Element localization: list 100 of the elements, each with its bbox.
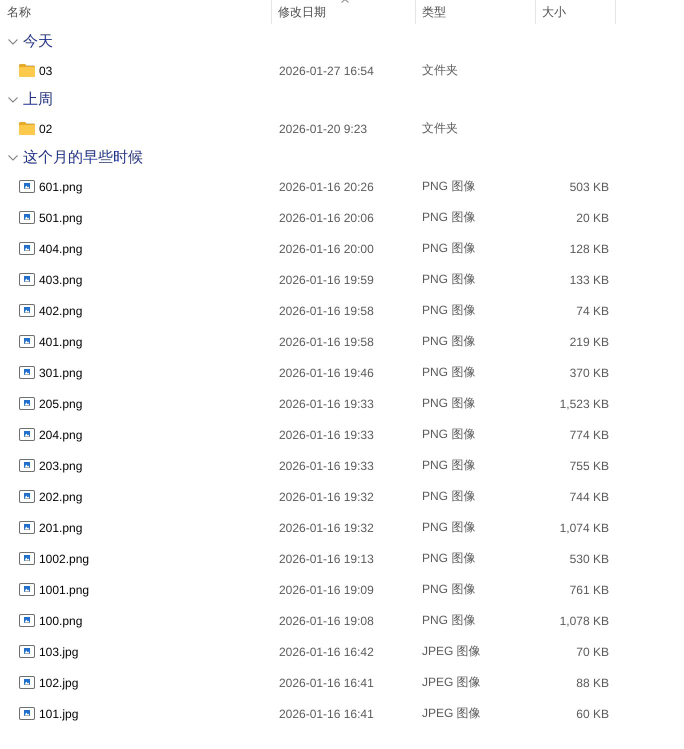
modified-date: 2026-01-16 19:13: [279, 552, 374, 566]
file-size: 503 KB: [570, 180, 609, 194]
group-header[interactable]: 上周: [0, 86, 53, 113]
file-type: JPEG 图像: [422, 644, 481, 658]
column-header[interactable]: 修改日期: [272, 0, 416, 24]
modified-date: 2026-01-16 19:09: [279, 582, 374, 596]
file-size: 60 KB: [576, 706, 609, 720]
file-size: 755 KB: [570, 458, 609, 472]
image-file-icon: [19, 273, 35, 286]
image-file-icon: [19, 583, 35, 596]
file-type: PNG 图像: [422, 272, 476, 286]
modified-date: 2026-01-16 19:58: [279, 334, 374, 348]
image-file-icon: [19, 614, 35, 627]
file-name[interactable]: 203.png: [39, 458, 82, 472]
image-file-icon: [19, 335, 35, 348]
column-header[interactable]: 大小: [536, 0, 616, 24]
file-name[interactable]: 404.png: [39, 242, 82, 256]
image-file-icon: [19, 459, 35, 472]
file-name[interactable]: 401.png: [39, 334, 82, 348]
file-size: 774 KB: [570, 428, 609, 442]
file-name[interactable]: 202.png: [39, 490, 82, 504]
file-size: 20 KB: [576, 210, 609, 224]
file-type: PNG 图像: [422, 210, 476, 224]
file-type: 文件夹: [422, 121, 458, 135]
file-name[interactable]: 402.png: [39, 304, 82, 318]
file-type: PNG 图像: [422, 179, 476, 193]
modified-date: 2026-01-16 20:26: [279, 180, 374, 194]
file-name[interactable]: 301.png: [39, 366, 82, 380]
file-name[interactable]: 1002.png: [39, 552, 90, 566]
file-size: 744 KB: [570, 490, 609, 504]
image-file-icon: [19, 521, 35, 534]
column-header[interactable]: 类型: [416, 0, 536, 24]
file-type: PNG 图像: [422, 613, 476, 627]
image-file-icon: [19, 211, 35, 224]
modified-date: 2026-01-16 19:58: [279, 304, 374, 318]
folder-name[interactable]: 02: [39, 122, 52, 136]
file-size: 128 KB: [570, 242, 609, 256]
file-name[interactable]: 1001.png: [39, 582, 90, 596]
modified-date: 2026-01-16 20:06: [279, 210, 374, 224]
modified-date: 2026-01-20 9:23: [279, 122, 368, 136]
file-size: 761 KB: [570, 582, 609, 596]
image-file-icon: [19, 180, 35, 193]
file-type: PNG 图像: [422, 334, 476, 348]
file-size: 530 KB: [570, 552, 609, 566]
file-type: JPEG 图像: [422, 675, 481, 689]
modified-date: 2026-01-16 19:46: [279, 366, 374, 380]
file-type: PNG 图像: [422, 427, 476, 441]
file-name[interactable]: 201.png: [39, 520, 82, 534]
folder-icon: [19, 64, 35, 77]
image-file-icon: [19, 707, 35, 720]
image-file-icon: [19, 397, 35, 410]
file-type: PNG 图像: [422, 520, 476, 534]
file-size: 1,074 KB: [560, 520, 609, 534]
file-type: PNG 图像: [422, 396, 476, 410]
file-size: 133 KB: [570, 272, 609, 286]
file-type: PNG 图像: [422, 582, 476, 596]
file-size: 219 KB: [570, 334, 609, 348]
file-name[interactable]: 403.png: [39, 272, 82, 286]
file-size: 74 KB: [576, 304, 609, 318]
modified-date: 2026-01-16 19:59: [279, 272, 374, 286]
file-name[interactable]: 204.png: [39, 428, 82, 442]
file-size: 1,078 KB: [560, 614, 609, 628]
modified-date: 2026-01-16 19:33: [279, 428, 374, 442]
modified-date: 2026-01-16 19:08: [279, 614, 374, 628]
file-name[interactable]: 100.png: [39, 614, 82, 628]
file-type: PNG 图像: [422, 489, 476, 503]
modified-date: 2026-01-27 16:54: [279, 64, 374, 78]
modified-date: 2026-01-16 19:33: [279, 396, 374, 410]
file-name[interactable]: 601.png: [39, 180, 82, 194]
image-file-icon: [19, 242, 35, 255]
modified-date: 2026-01-16 19:32: [279, 520, 374, 534]
file-type: PNG 图像: [422, 551, 476, 565]
file-size: 1,523 KB: [560, 396, 609, 410]
group-header[interactable]: 今天: [0, 28, 53, 55]
image-file-icon: [19, 366, 35, 379]
file-name[interactable]: 205.png: [39, 396, 82, 410]
folder-icon: [19, 122, 35, 135]
image-file-icon: [19, 645, 35, 658]
modified-date: 2026-01-16 20:00: [279, 242, 374, 256]
file-name[interactable]: 501.png: [39, 210, 82, 224]
file-type: PNG 图像: [422, 365, 476, 379]
modified-date: 2026-01-16 19:32: [279, 490, 374, 504]
modified-date: 2026-01-16 16:41: [279, 676, 374, 690]
file-type: PNG 图像: [422, 241, 476, 255]
file-type: PNG 图像: [422, 303, 476, 317]
image-file-icon: [19, 490, 35, 503]
file-type: JPEG 图像: [422, 706, 481, 720]
file-name[interactable]: 102.jpg: [39, 676, 78, 690]
folder-name[interactable]: 03: [39, 64, 52, 78]
modified-date: 2026-01-16 19:33: [279, 458, 374, 472]
image-file-icon: [19, 428, 35, 441]
file-size: 88 KB: [576, 676, 609, 690]
file-name[interactable]: 101.jpg: [39, 706, 78, 720]
group-header[interactable]: 这个月的早些时候: [0, 144, 143, 171]
file-size: 370 KB: [570, 366, 609, 380]
column-header[interactable]: 名称: [0, 0, 272, 24]
modified-date: 2026-01-16 16:41: [279, 706, 374, 720]
file-type: 文件夹: [422, 63, 458, 77]
file-name[interactable]: 103.jpg: [39, 644, 78, 658]
file-type: PNG 图像: [422, 458, 476, 472]
